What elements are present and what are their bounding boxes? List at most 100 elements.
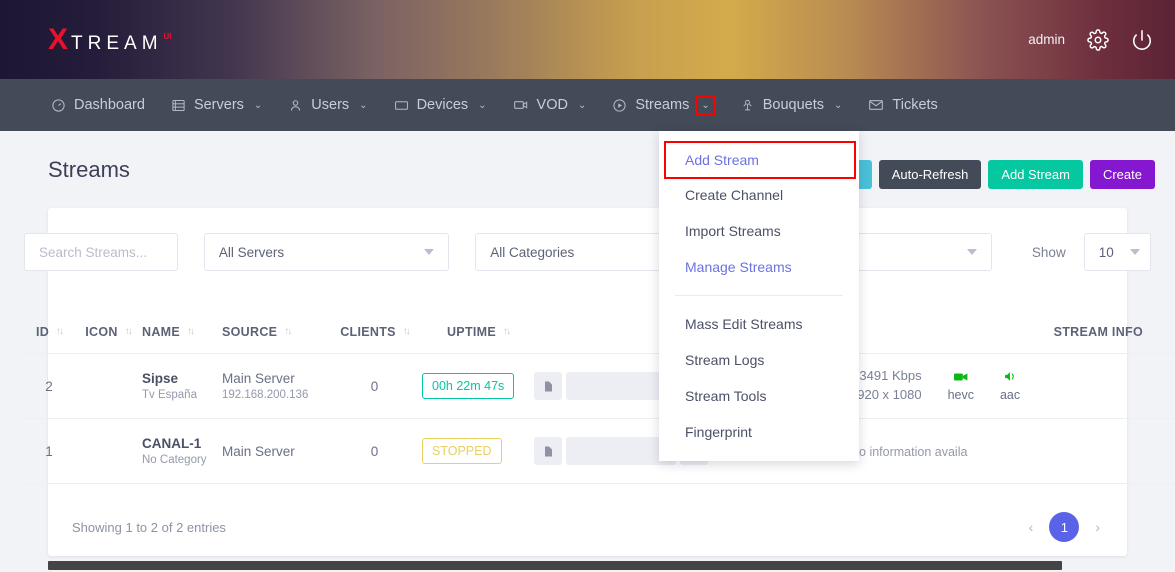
- chevron-down-icon-streams[interactable]: ⌄: [695, 95, 716, 115]
- create-button[interactable]: Create: [1089, 160, 1155, 189]
- menu-item-manage-streams[interactable]: Manage Streams: [659, 249, 859, 285]
- nav-label: Bouquets: [762, 97, 825, 113]
- source-ip: 192.168.200.136: [222, 389, 309, 401]
- server-rack-icon: [171, 98, 186, 113]
- horizontal-scrollbar-thumb[interactable]: [48, 561, 1062, 570]
- col-header-id[interactable]: ID ↑↓: [24, 325, 74, 339]
- chevron-down-icon[interactable]: ⌄: [834, 100, 842, 111]
- audio-codec: aac: [1000, 371, 1020, 402]
- gear-icon[interactable]: [1087, 28, 1109, 51]
- menu-item-create-channel[interactable]: Create Channel: [659, 177, 859, 213]
- page-size-select[interactable]: 10: [1083, 233, 1151, 271]
- monitor-icon: [394, 98, 409, 113]
- streams-dropdown-menu: Add Stream Create Channel Import Streams…: [659, 131, 859, 461]
- cell-uptime: STOPPED: [422, 438, 534, 464]
- add-stream-button[interactable]: Add Stream: [988, 160, 1083, 189]
- col-label: SOURCE: [222, 324, 278, 339]
- source-name: Main Server: [222, 443, 295, 459]
- menu-divider: [675, 295, 843, 296]
- table-row[interactable]: 1 CANAL-1 No Category Main Server 0 STOP…: [24, 419, 1175, 484]
- col-label: NAME: [142, 324, 181, 339]
- stream-category: No Category: [142, 454, 207, 466]
- col-header-icon[interactable]: ICON ↑↓: [74, 325, 142, 339]
- categories-select-value: All Categories: [490, 244, 575, 260]
- nav-label: Servers: [193, 97, 244, 113]
- cell-uptime: 00h 22m 47s: [422, 373, 534, 399]
- menu-item-stream-tools[interactable]: Stream Tools: [659, 378, 859, 414]
- chevron-down-icon: [966, 249, 977, 255]
- col-header-clients[interactable]: CLIENTS ↑↓: [327, 325, 422, 339]
- stream-info-wrap: 3491 Kbps 1920 x 1080 hevc aac: [850, 367, 1143, 405]
- nav-item-users[interactable]: Users ⌄: [275, 79, 380, 131]
- video-camera-icon: [948, 371, 974, 384]
- servers-select[interactable]: All Servers: [203, 233, 450, 271]
- sort-icon: ↑↓: [124, 326, 133, 337]
- nav-item-devices[interactable]: Devices ⌄: [381, 79, 500, 131]
- menu-item-stream-logs[interactable]: Stream Logs: [659, 342, 859, 378]
- table-row[interactable]: 2 Sipse Tv España Main Server 192.168.20…: [24, 354, 1175, 419]
- menu-item-fingerprint[interactable]: Fingerprint: [659, 414, 859, 450]
- chevron-down-icon[interactable]: ⌄: [478, 100, 486, 111]
- header-actions: admin: [1028, 0, 1153, 79]
- chevron-down-icon[interactable]: ⌄: [359, 100, 367, 111]
- menu-item-import-streams[interactable]: Import Streams: [659, 213, 859, 249]
- page-button-1[interactable]: 1: [1049, 512, 1080, 542]
- prev-page-button[interactable]: ‹: [1026, 519, 1037, 535]
- next-page-button[interactable]: ›: [1092, 519, 1103, 535]
- sort-icon: ↑↓: [402, 326, 411, 337]
- cell-id: 2: [45, 378, 53, 394]
- stream-bitrate-resolution: 3491 Kbps 1920 x 1080: [850, 367, 922, 405]
- servers-select-value: All Servers: [218, 244, 285, 260]
- logo-x-mark: X: [48, 23, 69, 56]
- col-header-source[interactable]: SOURCE ↑↓: [222, 325, 327, 339]
- chevron-down-icon[interactable]: ⌄: [254, 100, 262, 111]
- table-header-row: ID ↑↓ ICON ↑↓ NAME ↑↓ SOURCE ↑↓ CLIENTS …: [24, 310, 1175, 354]
- no-information-text: No information availa: [850, 444, 968, 459]
- page-title: Streams: [48, 157, 130, 182]
- page-size-value: 10: [1098, 244, 1114, 260]
- menu-item-add-stream[interactable]: Add Stream: [664, 141, 856, 179]
- col-label: CLIENTS: [340, 324, 396, 339]
- table-footer: Showing 1 to 2 of 2 entries ‹ 1 ›: [72, 512, 1103, 542]
- envelope-icon: [868, 97, 884, 113]
- search-placeholder: Search Streams...: [39, 244, 148, 260]
- nav-label: Devices: [416, 97, 469, 113]
- xtream-logo[interactable]: X TREAM UI: [48, 25, 172, 55]
- file-icon-button[interactable]: [534, 372, 562, 400]
- nav-label: Dashboard: [74, 97, 145, 113]
- cell-clients: 0: [370, 378, 379, 394]
- menu-item-mass-edit-streams[interactable]: Mass Edit Streams: [659, 306, 859, 342]
- cell-stream-info: No information availa: [850, 444, 1155, 459]
- nav-item-servers[interactable]: Servers ⌄: [158, 79, 275, 131]
- nav-item-bouquets[interactable]: Bouquets ⌄: [727, 79, 856, 131]
- chevron-down-icon[interactable]: ⌄: [578, 100, 586, 111]
- nav-item-dashboard[interactable]: Dashboard: [38, 79, 158, 131]
- cell-source: Main Server 192.168.200.136: [222, 371, 327, 401]
- cell-id: 1: [45, 443, 53, 459]
- col-header-name[interactable]: NAME ↑↓: [142, 325, 222, 339]
- file-icon-button[interactable]: [534, 437, 562, 465]
- resolution: 1920 x 1080: [850, 387, 922, 402]
- app-window: X TREAM UI admin Dashboard Servers ⌄ Use…: [0, 0, 1175, 572]
- admin-username[interactable]: admin: [1028, 32, 1065, 47]
- nav-label: VOD: [536, 97, 568, 113]
- search-input[interactable]: Search Streams...: [24, 233, 178, 271]
- main-navigation: Dashboard Servers ⌄ Users ⌄ Devices ⌄ VO…: [0, 79, 1175, 131]
- sort-icon: ↑↓: [503, 326, 511, 337]
- col-header-stream-info: STREAM INFO: [850, 325, 1155, 339]
- nav-item-streams[interactable]: Streams ⌄: [599, 79, 726, 131]
- nav-label: Tickets: [892, 97, 938, 113]
- auto-refresh-button[interactable]: Auto-Refresh: [878, 160, 982, 189]
- nav-item-tickets[interactable]: Tickets: [855, 79, 950, 131]
- bitrate: 3491 Kbps: [859, 368, 922, 384]
- nav-item-vod[interactable]: VOD ⌄: [500, 79, 600, 131]
- speaker-icon: [1000, 371, 1020, 384]
- col-label: UPTIME: [446, 324, 497, 339]
- col-label: STREAM INFO: [1053, 324, 1143, 339]
- stream-name: CANAL-1: [142, 436, 202, 451]
- col-header-uptime[interactable]: UPTIME ↑↓: [422, 325, 534, 339]
- logo-wordmark: TREAM: [71, 33, 163, 54]
- nav-label: Users: [311, 97, 350, 113]
- power-icon[interactable]: [1131, 29, 1153, 51]
- audio-codec-label: aac: [999, 387, 1021, 402]
